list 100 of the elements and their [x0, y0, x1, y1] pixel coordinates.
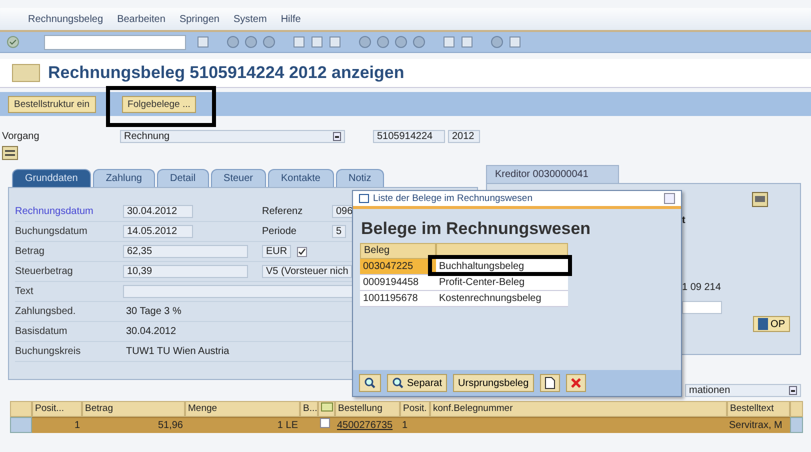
- tab[interactable]: Kontakte: [268, 169, 334, 187]
- input-field[interactable]: 30.04.2012: [123, 205, 193, 218]
- field-label: Vorgang: [2, 130, 40, 142]
- toolbar-button[interactable]: Ursprungsbeleg: [453, 374, 534, 392]
- field-label: Buchungskreis: [15, 346, 82, 357]
- document-icon: [544, 377, 555, 389]
- input-field[interactable]: 14.05.2012: [123, 225, 193, 238]
- vendor-text: t: [682, 215, 686, 226]
- input-field[interactable]: 10,39: [123, 265, 248, 278]
- enter-icon[interactable]: [6, 35, 20, 49]
- field-label: Betrag: [15, 246, 46, 257]
- table-cell[interactable]: 0009194458: [360, 275, 436, 291]
- search-button[interactable]: [359, 374, 381, 392]
- process-dropdown[interactable]: Rechnung: [120, 130, 345, 142]
- table-cell: 51,96: [82, 417, 185, 433]
- tab[interactable]: Detail: [156, 169, 209, 187]
- dialog-heading: Belege im Rechnungswesen: [361, 219, 592, 239]
- dropdown-icon[interactable]: [789, 386, 797, 395]
- toggle-icon[interactable]: [2, 146, 18, 160]
- column-header[interactable]: Posit.: [400, 401, 430, 417]
- document-button[interactable]: [540, 374, 560, 392]
- column-header[interactable]: B...: [300, 401, 318, 417]
- open-items-button[interactable]: OP: [752, 316, 790, 332]
- input-field[interactable]: [682, 301, 722, 314]
- close-icon[interactable]: [664, 193, 675, 204]
- column-header[interactable]: Beleg: [360, 243, 436, 259]
- layout-icon[interactable]: [508, 35, 522, 49]
- new-session-icon[interactable]: [442, 35, 456, 49]
- column-header[interactable]: Posit...: [32, 401, 82, 417]
- input-field[interactable]: EUR: [262, 245, 292, 258]
- save-icon[interactable]: [196, 35, 210, 49]
- field-label: Steuerbetrag: [15, 266, 74, 277]
- toolbar-button[interactable]: Bestellstruktur ein: [8, 96, 96, 112]
- menu-item[interactable]: System: [233, 14, 267, 24]
- menu-item[interactable]: Rechnungsbeleg: [28, 14, 104, 24]
- screen-title: Rechnungsbeleg 5105914224 2012 anzeigen: [48, 63, 404, 83]
- previous-page-icon[interactable]: [376, 35, 390, 49]
- table-cell: Servitrax, M: [727, 417, 790, 433]
- column-header[interactable]: Bestellung: [335, 401, 400, 417]
- table-cell: 1: [400, 417, 430, 433]
- table-cell[interactable]: Kostenrechnungsbeleg: [436, 291, 568, 307]
- menu-item[interactable]: Hilfe: [280, 14, 301, 24]
- scroll-up-button[interactable]: [790, 417, 803, 433]
- exit-icon[interactable]: [244, 35, 258, 49]
- find-next-icon[interactable]: [328, 35, 342, 49]
- dropdown-icon[interactable]: [333, 132, 341, 140]
- row-selector[interactable]: [10, 417, 32, 433]
- toolbar-button[interactable]: Folgebelege ...: [122, 96, 196, 112]
- tab[interactable]: Notiz: [336, 169, 384, 187]
- input-field[interactable]: V5 (Vorsteuer nich: [262, 265, 352, 278]
- select-all-button[interactable]: [10, 401, 32, 417]
- help-icon[interactable]: [490, 35, 504, 49]
- search-button[interactable]: Separat: [387, 374, 448, 392]
- dialog-icon: [359, 194, 369, 203]
- field-label: Buchungsdatum: [15, 226, 88, 237]
- column-header[interactable]: Bestelltext: [727, 401, 790, 417]
- cancel-button[interactable]: [566, 374, 586, 392]
- field-label: Text: [15, 286, 34, 297]
- phone-number: 1 09 214: [682, 282, 722, 293]
- close-icon: [570, 378, 581, 388]
- field-value: 30.04.2012: [125, 326, 176, 337]
- column-header[interactable]: Menge: [185, 401, 300, 417]
- first-page-icon[interactable]: [358, 35, 372, 49]
- note-icon[interactable]: [321, 402, 333, 413]
- view-dropdown[interactable]: mationen: [685, 384, 801, 397]
- next-page-icon[interactable]: [394, 35, 408, 49]
- search-icon: [364, 377, 376, 389]
- year-field: 2012: [448, 130, 480, 142]
- address-card-icon[interactable]: [752, 192, 768, 207]
- table-cell[interactable]: 003047225: [360, 259, 436, 275]
- order-link[interactable]: 4500276735: [335, 417, 400, 433]
- back-icon[interactable]: [226, 35, 240, 49]
- field-value: 30 Tage 3 %: [125, 306, 182, 317]
- table-cell: 1: [32, 417, 82, 433]
- vendor-tab[interactable]: Kreditor 0030000041: [486, 165, 620, 183]
- checkbox[interactable]: [320, 418, 330, 428]
- column-header[interactable]: Betrag: [82, 401, 185, 417]
- column-header[interactable]: konf.Belegnummer: [430, 401, 727, 417]
- tab[interactable]: Zahlung: [92, 169, 155, 187]
- table-cell[interactable]: 1001195678: [360, 291, 436, 307]
- shortcut-icon[interactable]: [460, 35, 474, 49]
- cancel-icon[interactable]: [262, 35, 276, 49]
- menu-item[interactable]: Bearbeiten: [117, 14, 166, 24]
- command-field[interactable]: [44, 34, 186, 50]
- field-label: Referenz: [262, 206, 304, 217]
- checkbox[interactable]: [297, 246, 308, 256]
- document-field: 5105914224: [373, 130, 445, 142]
- find-icon[interactable]: [310, 35, 324, 49]
- input-field[interactable]: 5: [332, 225, 346, 238]
- column-settings-button[interactable]: [790, 401, 803, 417]
- menu-item[interactable]: Springen: [179, 14, 220, 24]
- last-page-icon[interactable]: [412, 35, 426, 49]
- tab[interactable]: Steuer: [210, 169, 266, 187]
- print-icon[interactable]: [292, 35, 306, 49]
- table-cell[interactable]: Profit-Center-Beleg: [436, 275, 568, 291]
- tab[interactable]: Grunddaten: [12, 169, 91, 187]
- input-field[interactable]: 62,35: [123, 245, 248, 258]
- field-label: Zahlungsbed.: [15, 306, 77, 317]
- field-label: Periode: [262, 226, 298, 237]
- field-label: Rechnungsdatum: [15, 206, 94, 217]
